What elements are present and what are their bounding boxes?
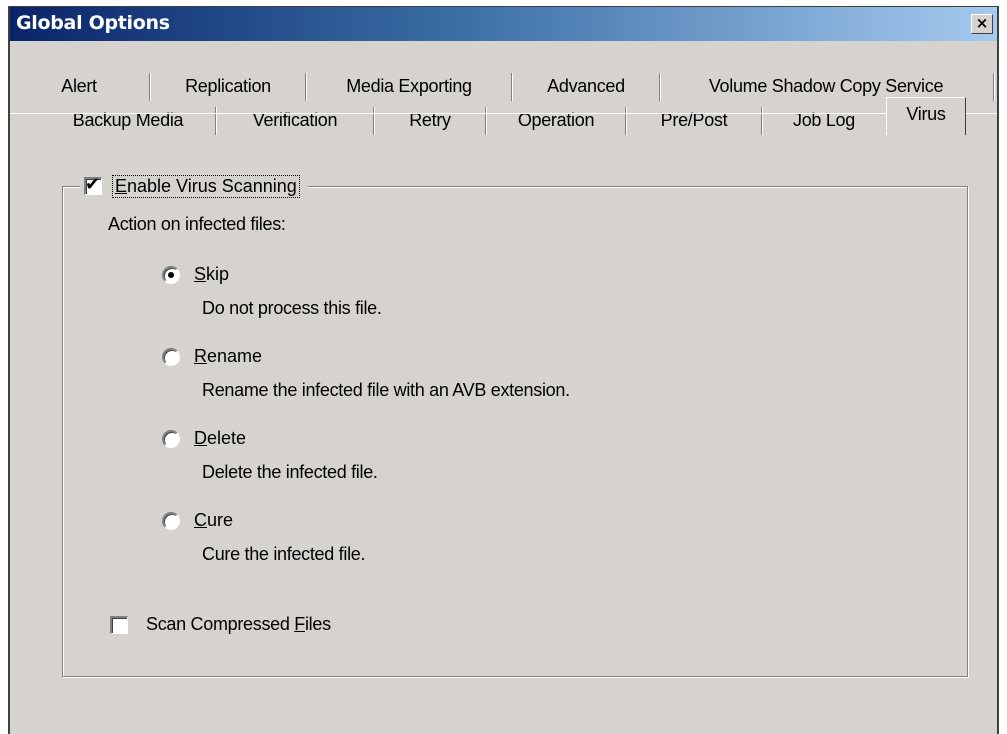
tab-label: Replication [185,75,271,96]
global-options-dialog: Global Options × Alert Replication Media… [8,6,999,734]
mnemonic-char: D [194,428,207,448]
radio-cure[interactable]: Cure [162,510,233,531]
tab-label: Volume Shadow Copy Service [708,75,944,96]
enable-virus-scanning-checkbox[interactable]: ✔ Enable Virus Scanning [80,172,308,200]
radio-delete-label: Delete [194,428,246,449]
tab-alert[interactable]: Alert [40,69,118,103]
tab-virus[interactable]: Virus [886,97,966,135]
checkbox-box[interactable]: ✔ [84,174,102,195]
skip-description: Do not process this file. [202,298,382,318]
cure-description: Cure the infected file. [202,544,366,564]
radio-button[interactable] [162,347,180,366]
action-on-infected-files-label: Action on infected files: [108,214,286,234]
radio-delete[interactable]: Delete [162,428,246,449]
mnemonic-char: R [194,346,207,366]
tab-row-1: Alert Replication Media Exporting Advanc… [10,69,997,103]
label-text: Scan Compressed [146,614,295,634]
title-bar[interactable]: Global Options × [10,7,997,41]
radio-button[interactable] [162,429,180,448]
mnemonic-char: C [194,510,207,530]
tab-divider [993,73,995,101]
radio-skip-label: Skip [194,264,229,285]
scan-compressed-files-checkbox[interactable]: Scan Compressed Files [110,614,331,635]
radio-skip[interactable]: Skip [162,264,229,285]
mnemonic-char: F [294,614,305,634]
close-button[interactable]: × [971,14,993,34]
mnemonic-char: S [194,264,207,284]
radio-button[interactable] [162,265,180,284]
tab-label: Virus [906,104,946,124]
tab-replication[interactable]: Replication [151,69,305,103]
tab-label: Media Exporting [346,75,472,96]
window-title: Global Options [16,12,170,34]
delete-description: Delete the infected file. [202,462,378,482]
radio-selected-dot [168,271,174,278]
checkbox-box[interactable] [110,615,128,634]
radio-button[interactable] [162,511,180,530]
label-text: kip [206,264,230,284]
close-icon: × [975,14,989,32]
tab-media-exporting[interactable]: Media Exporting [307,69,511,103]
radio-rename[interactable]: Rename [162,346,262,367]
checkmark-icon: ✔ [85,174,101,195]
label-text: iles [304,614,331,634]
tab-advanced[interactable]: Advanced [513,69,659,103]
virus-tab-panel: ✔ Enable Virus Scanning Action on infect… [10,113,997,734]
radio-rename-label: Rename [194,346,262,367]
label-text: nable Virus Scanning [127,175,297,196]
label-text: ure [207,510,234,530]
tab-label: Advanced [547,75,625,96]
rename-description: Rename the infected file with an AVB ext… [202,380,570,400]
radio-cure-label: Cure [194,510,233,531]
enable-virus-scanning-label: Enable Virus Scanning [112,174,300,198]
tab-label: Alert [61,75,97,96]
mnemonic-char: E [115,175,128,196]
scan-compressed-files-label: Scan Compressed Files [146,614,331,635]
label-text: elete [207,428,247,448]
label-text: ename [207,346,263,366]
